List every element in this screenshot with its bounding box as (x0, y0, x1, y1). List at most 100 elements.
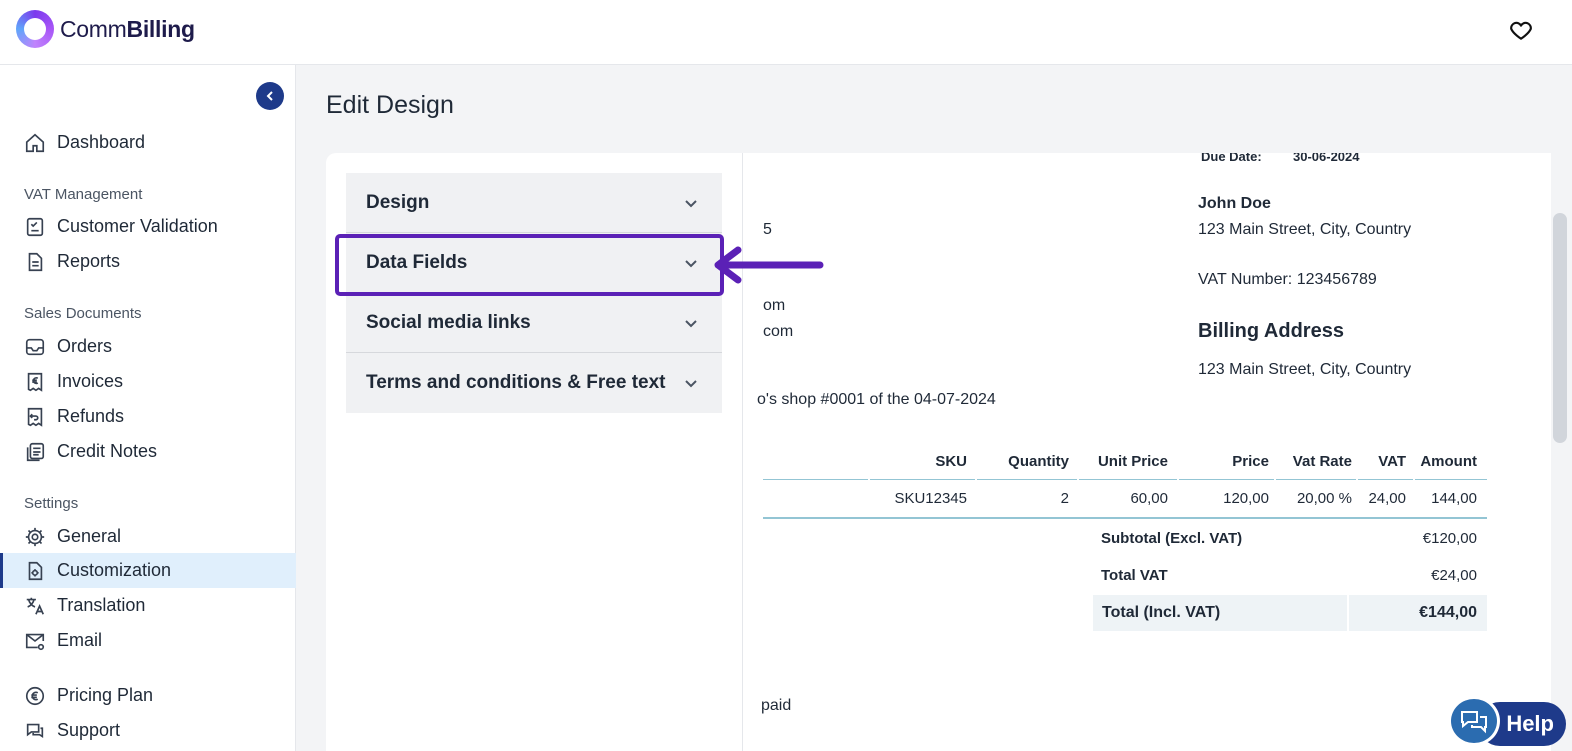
billing-address: 123 Main Street, City, Country (1198, 361, 1412, 378)
chevron-down-icon (685, 199, 697, 207)
row-divider (763, 517, 1487, 519)
header-underline (1179, 479, 1274, 480)
subtotal-value: €120,00 (1422, 530, 1477, 547)
column-header-amount: Amount (1420, 453, 1477, 470)
sidebar-item-translation[interactable]: Translation (0, 588, 296, 623)
cell-amount: 144,00 (1431, 490, 1477, 507)
seller-email-fragment: om (763, 297, 786, 314)
accordion-terms-and-conditions[interactable]: Terms and conditions & Free text (346, 353, 722, 413)
sidebar-item-support[interactable]: Support (0, 713, 296, 748)
billing-address-title: Billing Address (1198, 320, 1344, 342)
header-underline (1276, 479, 1356, 480)
top-bar: CommBilling (0, 0, 1572, 65)
sidebar-item-label: Invoices (57, 371, 124, 391)
inbox-icon (25, 338, 45, 355)
euro-receipt-icon (27, 372, 43, 392)
header-underline (870, 479, 975, 480)
sidebar-item-label: Refunds (57, 406, 125, 426)
accordion-label: Social media links (366, 311, 531, 333)
brand-name-bold: Billing (126, 15, 195, 42)
sidebar-item-label: Customization (57, 560, 172, 580)
sidebar-item-pricing-plan[interactable]: Pricing Plan (0, 678, 296, 713)
chevron-down-icon (685, 380, 697, 388)
sidebar-item-label: General (57, 526, 122, 546)
cell-vat-rate: 20,00 % (1296, 490, 1352, 507)
total-vat-value: €24,00 (1431, 567, 1477, 584)
chat-icon (26, 723, 44, 738)
sidebar-item-customer-validation[interactable]: Customer Validation (0, 209, 296, 244)
section-settings: Settings (24, 495, 79, 512)
heart-icon[interactable] (1508, 17, 1534, 43)
accordion-design[interactable]: Design (346, 173, 722, 233)
chevron-down-icon (685, 319, 697, 327)
sidebar-item-label: Customer Validation (57, 216, 218, 236)
sidebar-item-label: Translation (57, 595, 146, 615)
sidebar-item-label: Credit Notes (57, 441, 158, 461)
annotation-highlight-box (335, 234, 724, 296)
column-header-unit-price: Unit Price (1097, 453, 1168, 470)
cell-quantity: 2 (1060, 490, 1069, 507)
payment-status-fragment: paid (761, 697, 792, 714)
column-header-sku: SKU (935, 453, 967, 470)
sidebar-item-label: Email (57, 630, 103, 650)
band-divider (1347, 595, 1349, 631)
preview-scrollbar[interactable] (1551, 153, 1568, 751)
annotation-arrow-icon (714, 246, 824, 284)
collapse-sidebar-button[interactable] (256, 82, 284, 110)
sidebar-item-orders[interactable]: Orders (0, 329, 296, 364)
customer-name: John Doe (1198, 195, 1271, 212)
order-reference: o's shop #0001 of the 04-07-2024 (757, 391, 996, 408)
total-vat-label: Total VAT (1101, 567, 1168, 584)
accordion-social-media-links[interactable]: Social media links (346, 293, 722, 353)
cell-sku: SKU12345 (894, 490, 967, 507)
sidebar-item-reports[interactable]: Reports (0, 244, 296, 279)
chat-bubbles-icon (1448, 696, 1500, 746)
section-vat-management: VAT Management (24, 186, 143, 203)
cell-price: 120,00 (1223, 490, 1269, 507)
column-header-vat-rate: Vat Rate (1292, 453, 1352, 470)
header-underline (763, 479, 868, 480)
header-underline (1079, 479, 1177, 480)
seller-website-fragment: com (763, 323, 794, 340)
sidebar-item-label: Support (57, 720, 121, 740)
sidebar-item-label: Orders (57, 336, 113, 356)
header-underline (977, 479, 1077, 480)
column-header-quantity: Quantity (1008, 453, 1069, 470)
translate-icon (26, 597, 45, 615)
cell-vat: 24,00 (1368, 490, 1406, 507)
mail-gear-icon (25, 633, 45, 650)
header-underline (1415, 479, 1487, 480)
brand-name-regular: Comm (60, 15, 127, 42)
seller-fragment: 5 (763, 221, 772, 238)
vat-number: VAT Number: 123456789 (1198, 271, 1377, 288)
validation-icon (26, 217, 44, 236)
subtotal-label: Subtotal (Excl. VAT) (1101, 530, 1243, 547)
sidebar-item-refunds[interactable]: Refunds (0, 399, 296, 434)
sidebar-item-invoices[interactable]: Invoices (0, 364, 296, 399)
gear-icon (25, 527, 45, 546)
invoice-preview: Due Date: 30-06-2024 John Doe 123 Main S… (742, 153, 1568, 751)
sidebar: Dashboard VAT Management Customer Valida… (0, 65, 296, 751)
customize-file-icon (28, 561, 43, 580)
customer-address: 123 Main Street, City, Country (1198, 221, 1412, 238)
sidebar-item-dashboard[interactable]: Dashboard (0, 125, 296, 160)
accordion-label: Terms and conditions & Free text (366, 372, 666, 393)
sidebar-item-label: Dashboard (57, 132, 146, 152)
sidebar-item-general[interactable]: General (0, 519, 296, 554)
sidebar-item-email[interactable]: Email (0, 623, 296, 658)
grand-total-value: €144,00 (1419, 604, 1477, 621)
document-icon (28, 252, 43, 271)
refund-icon (27, 407, 43, 427)
home-icon (25, 133, 45, 152)
sidebar-item-label: Pricing Plan (57, 685, 154, 705)
cell-unit-price: 60,00 (1130, 490, 1168, 507)
euro-circle-icon (25, 686, 45, 705)
chevron-left-icon (266, 91, 273, 101)
logo-icon (16, 10, 54, 48)
brand-logo[interactable]: CommBilling (16, 10, 195, 48)
sidebar-item-customization[interactable]: Customization (0, 553, 296, 588)
sidebar-item-credit-notes[interactable]: Credit Notes (0, 434, 296, 469)
column-header-price: Price (1232, 453, 1269, 470)
due-date-value: 30-06-2024 (1293, 153, 1360, 164)
help-button[interactable]: Help (1448, 696, 1566, 746)
